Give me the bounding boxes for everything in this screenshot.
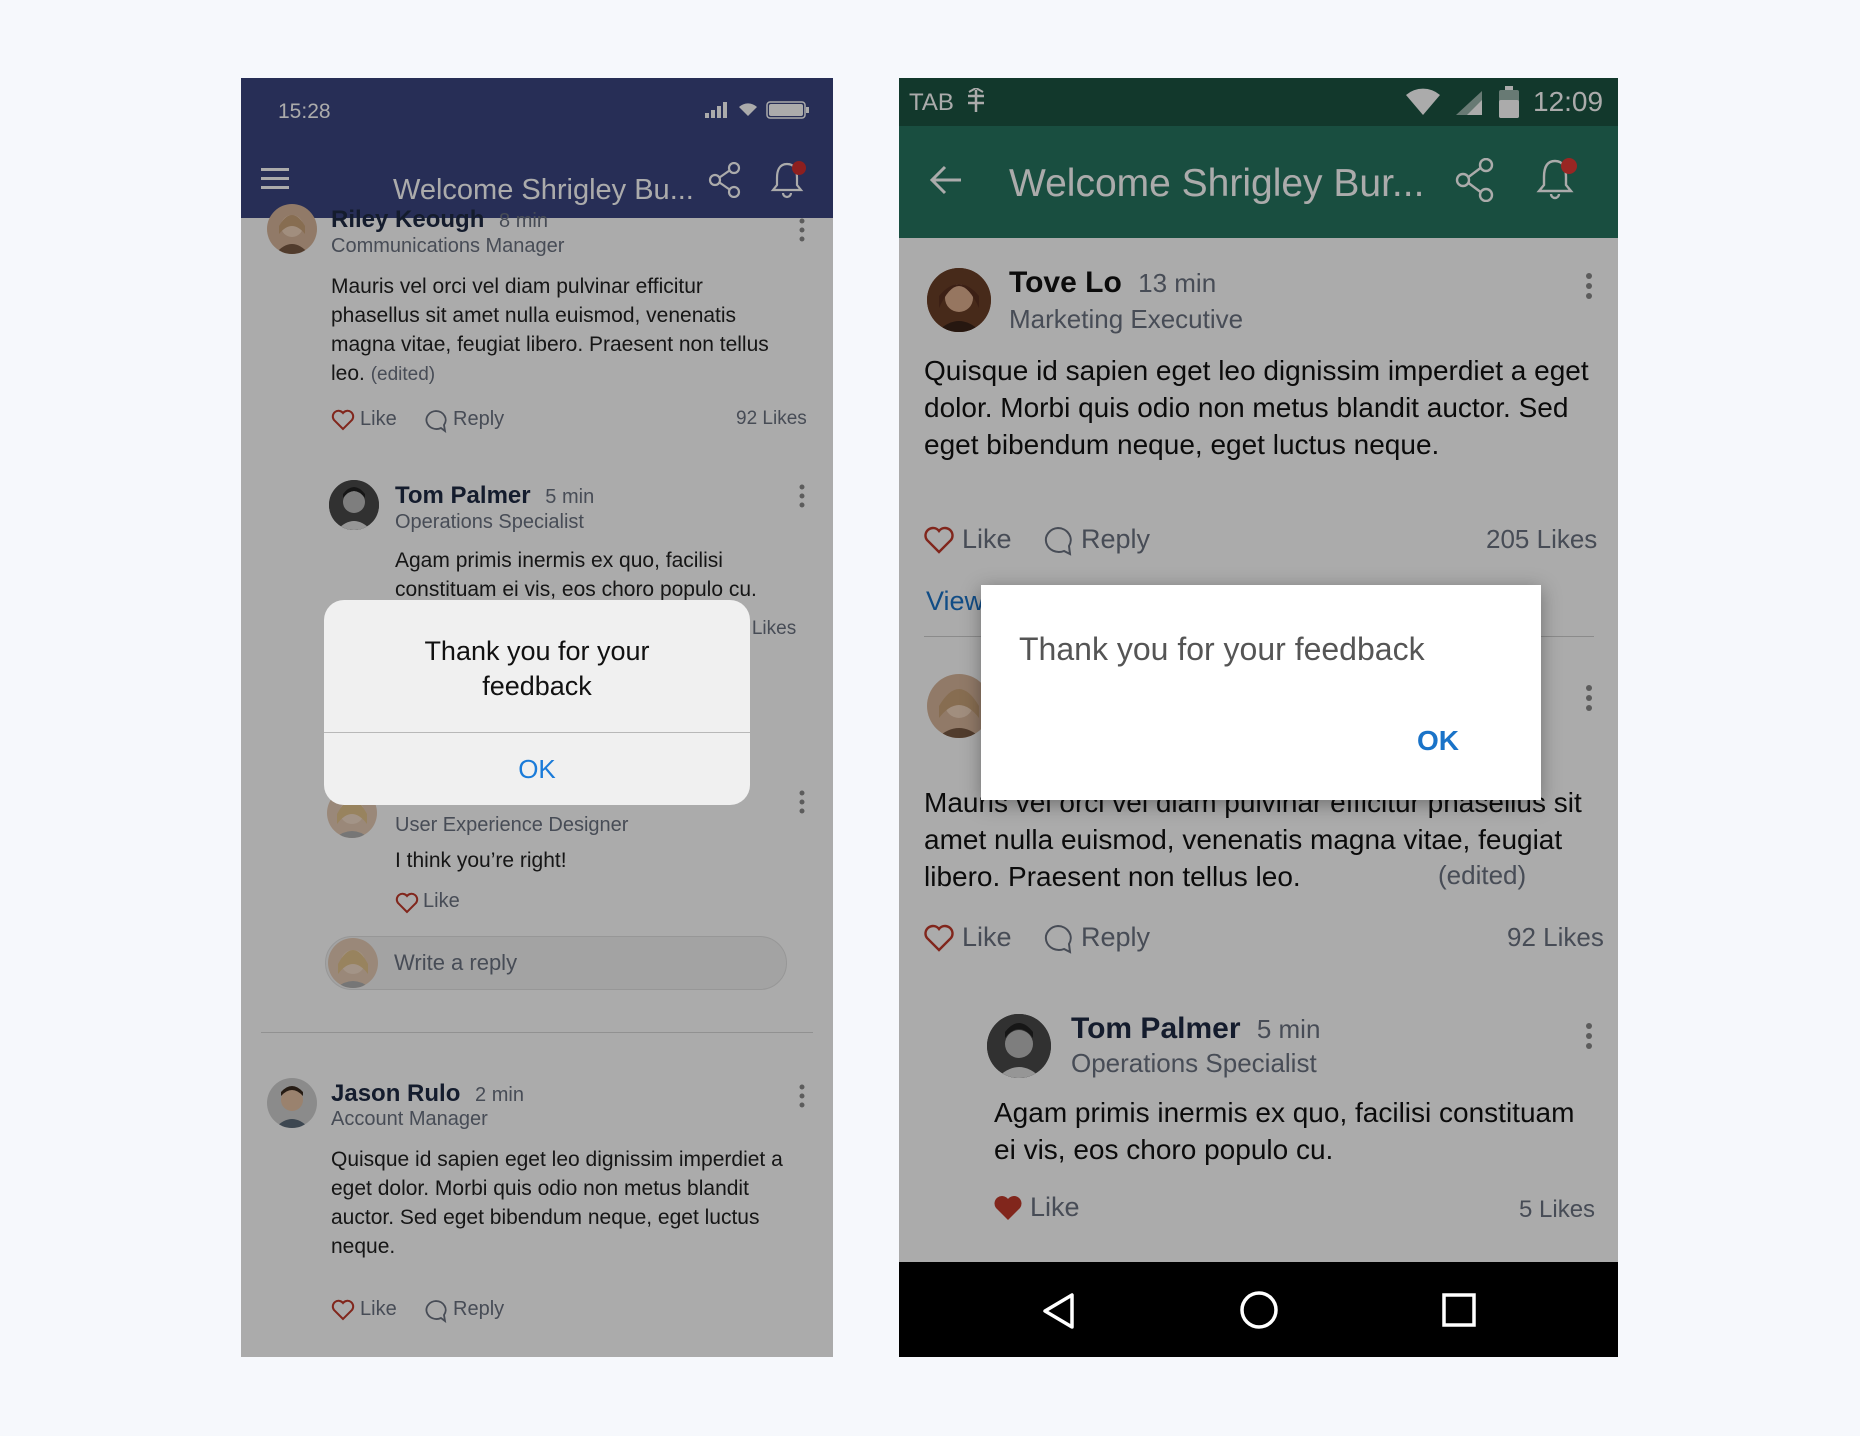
back-triangle-icon[interactable]: [1041, 1292, 1075, 1330]
alert-message: Thank you for your feedback: [424, 636, 650, 701]
dialog-ok-button[interactable]: OK: [1417, 725, 1459, 757]
recents-square-icon[interactable]: [1441, 1292, 1477, 1328]
android-navigation-bar: [899, 1262, 1618, 1357]
alert-ok-button[interactable]: OK: [324, 733, 750, 805]
android-feedback-dialog: Thank you for your feedback OK: [981, 585, 1541, 800]
ios-feedback-alert: Thank you for your feedback OK: [324, 600, 750, 805]
home-circle-icon[interactable]: [1239, 1290, 1279, 1330]
dialog-message: Thank you for your feedback: [1019, 631, 1425, 667]
